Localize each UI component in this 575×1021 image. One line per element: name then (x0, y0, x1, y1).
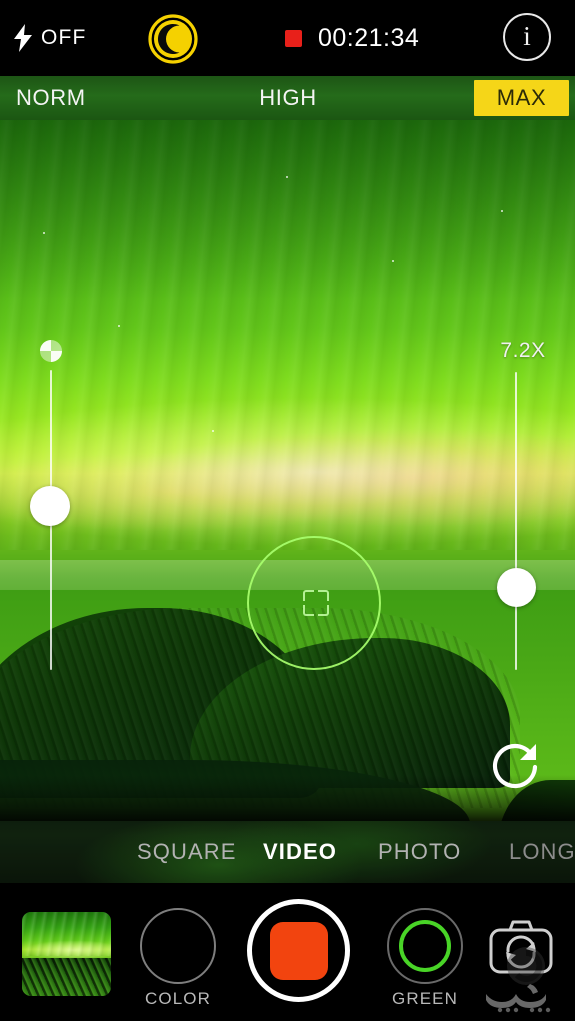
thumbnail-rocks (22, 958, 111, 996)
star-speck (212, 430, 214, 432)
info-icon: i (523, 21, 531, 51)
recording-timer: 00:21:34 (318, 23, 420, 52)
camera-flip-icon[interactable] (487, 916, 555, 978)
night-mode-button[interactable] (148, 14, 198, 64)
sky-vignette (0, 120, 575, 300)
info-button[interactable]: i (503, 13, 551, 61)
flash-state-label: OFF (41, 26, 87, 49)
camera-viewfinder[interactable]: 7.2X AMP 62% (0, 120, 575, 821)
mode-option-long[interactable]: LONG (509, 821, 575, 883)
color-mode-button[interactable] (140, 908, 216, 984)
green-ring-icon (399, 920, 451, 972)
stop-record-icon (269, 921, 328, 980)
rotate-clockwise-icon[interactable] (484, 736, 546, 798)
focus-bracket-tl (303, 590, 314, 601)
star-speck (501, 210, 503, 212)
recording-status: 00:21:34 (285, 20, 419, 56)
gain-option-high[interactable]: HIGH (228, 76, 348, 120)
gain-level-bar: NORM HIGH MAX (0, 76, 575, 120)
green-mode-button[interactable] (387, 908, 463, 984)
star-speck (392, 260, 394, 262)
zoom-slider-track[interactable] (515, 372, 517, 670)
focus-bracket-br (318, 605, 329, 616)
lightning-bolt-icon (14, 24, 32, 52)
mode-option-video[interactable]: VIDEO (263, 821, 337, 883)
brightness-half-circle-icon (38, 338, 64, 364)
star-speck (118, 325, 120, 327)
capture-mode-strip[interactable]: SQUARE VIDEO PHOTO LONG (0, 821, 575, 883)
red-square-icon (285, 29, 302, 47)
gain-option-max[interactable]: MAX (474, 80, 569, 116)
focus-brackets-icon (303, 590, 329, 616)
flash-toggle-button[interactable]: OFF (14, 20, 87, 56)
star-speck (43, 232, 45, 234)
color-mode-label: COLOR (145, 989, 211, 1008)
thumbnail-rays (22, 912, 111, 956)
night-vision-camera-app: OFF 00:21:34 i NORM HIGH MAX 7.2X SQUARE… (0, 0, 575, 1021)
top-status-bar: OFF 00:21:34 i (0, 0, 575, 76)
record-button[interactable] (247, 899, 350, 1002)
green-mode-label: GREEN (392, 989, 458, 1008)
focus-bracket-bl (303, 605, 314, 616)
mode-option-square[interactable]: SQUARE (137, 821, 237, 883)
gain-option-norm[interactable]: NORM (10, 76, 136, 120)
mode-option-photo[interactable]: PHOTO (378, 821, 461, 883)
exposure-slider-handle[interactable] (30, 486, 70, 526)
zoom-level-label: 7.2X (500, 339, 546, 362)
gallery-thumbnail-button[interactable] (22, 912, 111, 996)
star-speck (286, 176, 288, 178)
focus-bracket-tr (318, 590, 329, 601)
zoom-slider-handle[interactable] (497, 568, 536, 607)
